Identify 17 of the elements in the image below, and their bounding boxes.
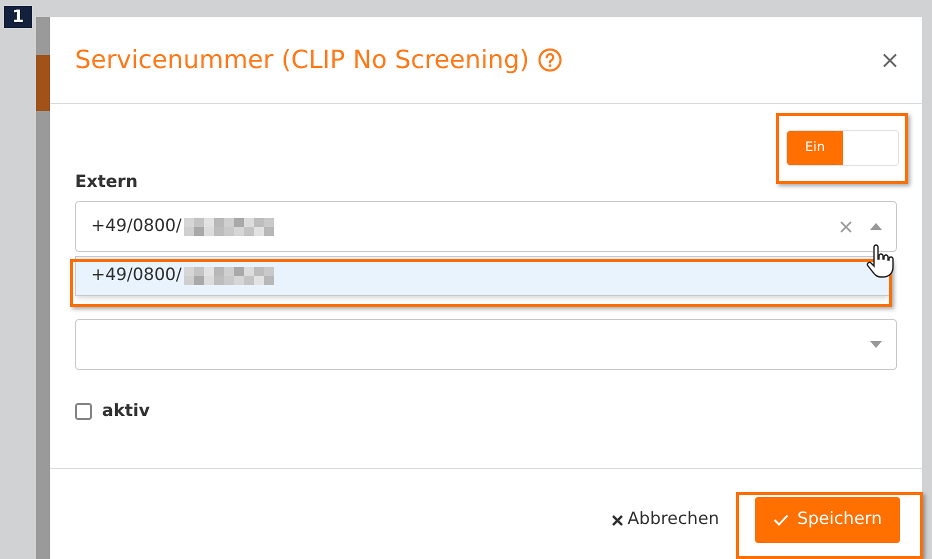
select-field[interactable]: +49/0800/ [75, 201, 897, 252]
close-icon [612, 514, 623, 526]
dropdown-option[interactable]: +49/0800/ [76, 257, 889, 295]
checkbox-label: aktiv [102, 400, 150, 423]
help-icon[interactable] [538, 48, 562, 72]
caret-up-icon[interactable] [870, 223, 882, 230]
close-button[interactable]: × [880, 48, 900, 72]
field-label: Extern [75, 171, 139, 194]
clear-icon[interactable] [840, 220, 852, 232]
step-badge: 1 [4, 6, 32, 28]
cancel-button[interactable]: Abbrechen [612, 497, 720, 543]
select-value: +49/0800/ [91, 214, 182, 238]
caret-down-icon[interactable] [870, 341, 882, 348]
dialog-title: Servicenummer (CLIP No Screening) [75, 44, 530, 76]
check-icon [773, 514, 790, 526]
select-field[interactable] [75, 319, 897, 370]
checkbox[interactable] [75, 403, 92, 420]
